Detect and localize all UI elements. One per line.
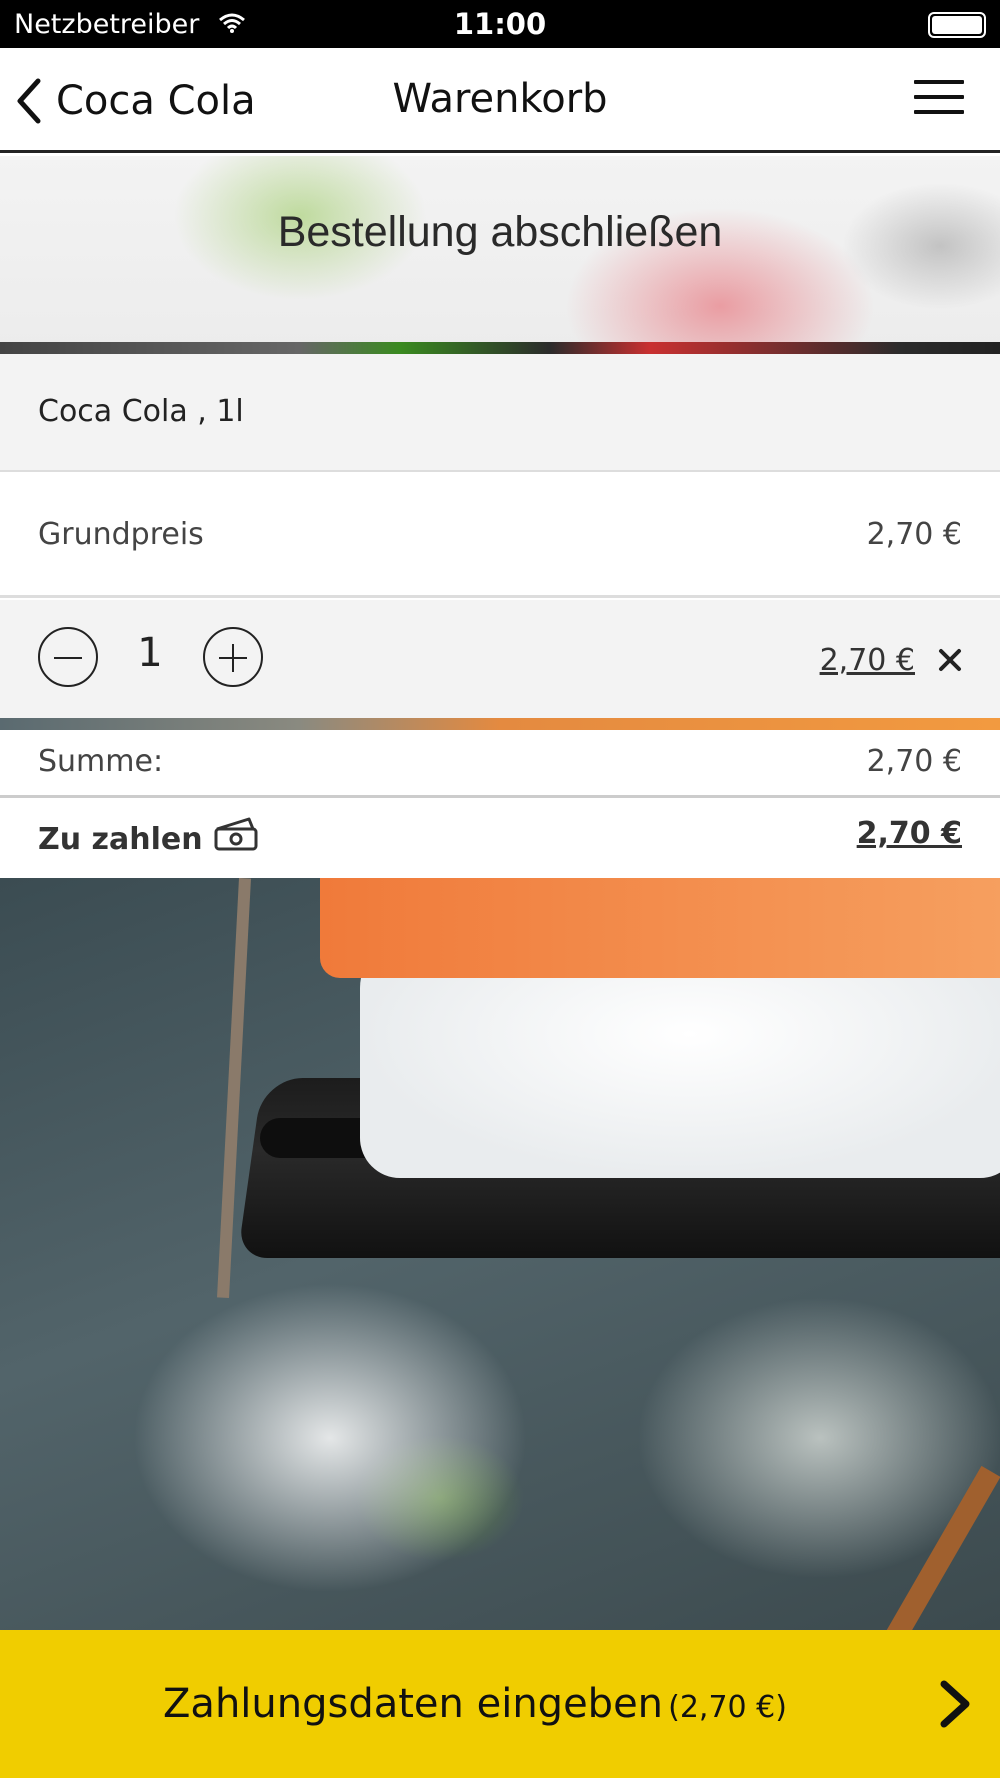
increase-quantity-button[interactable] bbox=[203, 627, 263, 687]
hero-banner: Bestellung abschließen bbox=[0, 156, 1000, 354]
cart-item-header: Coca Cola , 1l bbox=[0, 354, 1000, 472]
back-button-label: Coca Cola bbox=[56, 78, 256, 124]
cta-text: Zahlungsdaten eingeben (2,70 €) bbox=[0, 1681, 950, 1727]
amount-due-label: Zu zahlen bbox=[38, 822, 203, 857]
section-heading: Bestellung abschließen bbox=[277, 208, 723, 256]
sum-value: 2,70 € bbox=[866, 744, 962, 779]
plus-icon-vertical bbox=[232, 644, 234, 672]
cash-icon bbox=[214, 817, 258, 850]
clock: 11:00 bbox=[453, 7, 547, 41]
quantity-value: 1 bbox=[137, 630, 163, 676]
enter-payment-details-button[interactable]: Zahlungsdaten eingeben (2,70 €) bbox=[0, 1630, 1000, 1778]
chevron-right-icon bbox=[940, 1680, 970, 1728]
decorative-strip bbox=[0, 718, 1000, 730]
back-button[interactable]: Coca Cola bbox=[16, 74, 256, 128]
cta-amount: (2,70 €) bbox=[668, 1690, 787, 1725]
background-photo bbox=[0, 878, 1000, 1630]
hamburger-menu-icon[interactable] bbox=[914, 80, 964, 120]
line-price[interactable]: 2,70 € bbox=[820, 643, 915, 678]
chevron-left-icon bbox=[17, 78, 41, 124]
cta-label: Zahlungsdaten eingeben bbox=[163, 1681, 664, 1727]
base-price-value: 2,70 € bbox=[866, 517, 962, 552]
base-price-row: Grundpreis 2,70 € bbox=[0, 474, 1000, 598]
photo-chopstick bbox=[881, 1465, 1000, 1630]
minus-icon bbox=[54, 657, 82, 659]
amount-due-row: Zu zahlen 2,70 € bbox=[0, 800, 1000, 878]
quantity-row: 1 2,70 € bbox=[0, 600, 1000, 718]
decrease-quantity-button[interactable] bbox=[38, 627, 98, 687]
status-bar: Netzbetreiber 11:00 bbox=[0, 0, 1000, 48]
cart-item-name: Coca Cola , 1l bbox=[38, 394, 244, 429]
base-price-label: Grundpreis bbox=[38, 517, 204, 552]
close-icon bbox=[939, 649, 961, 671]
battery-icon bbox=[928, 12, 986, 38]
navigation-bar: Coca Cola Warenkorb bbox=[0, 48, 1000, 153]
photo-salmon bbox=[320, 878, 1000, 978]
remove-item-button[interactable] bbox=[936, 646, 964, 674]
amount-due-value: 2,70 € bbox=[856, 816, 962, 851]
sum-label: Summe: bbox=[38, 744, 164, 779]
sum-row: Summe: 2,70 € bbox=[0, 730, 1000, 798]
amount-due-label-group: Zu zahlen bbox=[38, 817, 261, 857]
